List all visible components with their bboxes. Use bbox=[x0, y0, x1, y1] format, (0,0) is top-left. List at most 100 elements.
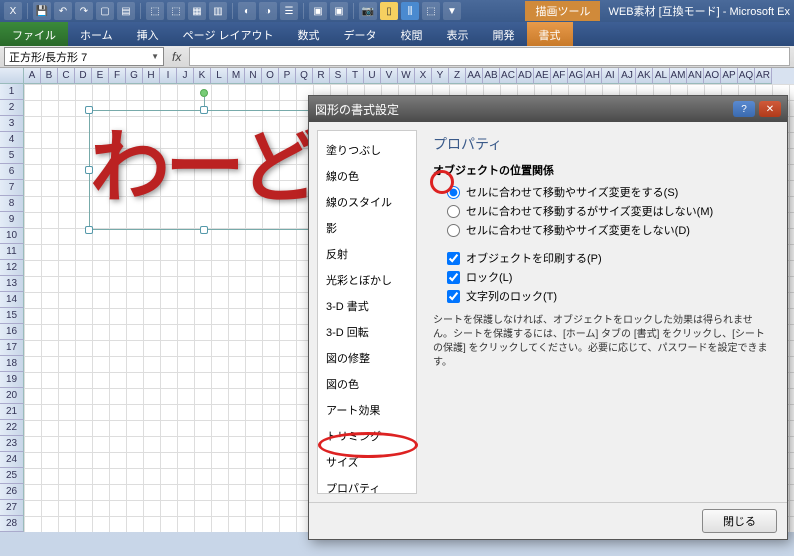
checkbox-input[interactable] bbox=[447, 290, 460, 303]
radio-input[interactable] bbox=[447, 224, 460, 237]
row-header[interactable]: 15 bbox=[0, 308, 24, 324]
resize-handle[interactable] bbox=[200, 226, 208, 234]
dialog-category-item[interactable]: 影 bbox=[318, 215, 416, 241]
qat-btn[interactable]: ▢ bbox=[96, 2, 114, 20]
dialog-category-item[interactable]: 3-D 書式 bbox=[318, 293, 416, 319]
close-button[interactable]: 閉じる bbox=[702, 509, 777, 533]
radio-input[interactable] bbox=[447, 186, 460, 199]
row-header[interactable]: 22 bbox=[0, 420, 24, 436]
row-header[interactable]: 17 bbox=[0, 340, 24, 356]
row-header[interactable]: 4 bbox=[0, 132, 24, 148]
column-header[interactable]: AB bbox=[483, 68, 500, 84]
formula-input[interactable] bbox=[189, 47, 790, 66]
row-header[interactable]: 6 bbox=[0, 164, 24, 180]
column-header[interactable]: AE bbox=[534, 68, 551, 84]
qat-columns-icon[interactable]: ⫼ bbox=[401, 2, 419, 20]
row-header[interactable]: 23 bbox=[0, 436, 24, 452]
column-header[interactable]: I bbox=[160, 68, 177, 84]
qat-btn[interactable]: ⬚ bbox=[146, 2, 164, 20]
column-header[interactable]: AM bbox=[670, 68, 687, 84]
dialog-category-item[interactable]: 反射 bbox=[318, 241, 416, 267]
row-header[interactable]: 10 bbox=[0, 228, 24, 244]
column-header[interactable]: G bbox=[126, 68, 143, 84]
row-header[interactable]: 28 bbox=[0, 516, 24, 532]
column-header[interactable]: K bbox=[194, 68, 211, 84]
tab-page-layout[interactable]: ページ レイアウト bbox=[171, 22, 286, 46]
column-header[interactable]: R bbox=[313, 68, 330, 84]
row-header[interactable]: 1 bbox=[0, 84, 24, 100]
column-header[interactable]: AC bbox=[500, 68, 517, 84]
column-header[interactable]: J bbox=[177, 68, 194, 84]
fx-icon[interactable]: fx bbox=[172, 50, 181, 64]
tab-format[interactable]: 書式 bbox=[527, 22, 573, 46]
radio-option[interactable]: セルに合わせて移動するがサイズ変更はしない(M) bbox=[447, 203, 771, 219]
dialog-category-item[interactable]: 3-D 回転 bbox=[318, 319, 416, 345]
column-header[interactable]: F bbox=[109, 68, 126, 84]
chevron-down-icon[interactable]: ▼ bbox=[151, 52, 159, 61]
select-all-corner[interactable] bbox=[0, 68, 24, 84]
row-header[interactable]: 11 bbox=[0, 244, 24, 260]
checkbox-option[interactable]: オブジェクトを印刷する(P) bbox=[447, 250, 771, 266]
tab-view[interactable]: 表示 bbox=[435, 22, 481, 46]
tab-file[interactable]: ファイル bbox=[0, 22, 68, 46]
qat-btn[interactable]: ☰ bbox=[280, 2, 298, 20]
tab-developer[interactable]: 開発 bbox=[481, 22, 527, 46]
column-header[interactable]: Y bbox=[432, 68, 449, 84]
column-header[interactable]: N bbox=[245, 68, 262, 84]
checkbox-input[interactable] bbox=[447, 252, 460, 265]
row-header[interactable]: 18 bbox=[0, 356, 24, 372]
column-header[interactable]: M bbox=[228, 68, 245, 84]
row-header[interactable]: 24 bbox=[0, 452, 24, 468]
column-header[interactable]: AH bbox=[585, 68, 602, 84]
dialog-category-item[interactable]: 図の修整 bbox=[318, 345, 416, 371]
column-header[interactable]: T bbox=[347, 68, 364, 84]
tab-insert[interactable]: 挿入 bbox=[125, 22, 171, 46]
radio-option[interactable]: セルに合わせて移動やサイズ変更をする(S) bbox=[447, 184, 771, 200]
qat-redo-icon[interactable]: ↷ bbox=[75, 2, 93, 20]
help-button[interactable]: ? bbox=[733, 101, 755, 117]
column-header[interactable]: AR bbox=[755, 68, 772, 84]
radio-option[interactable]: セルに合わせて移動やサイズ変更をしない(D) bbox=[447, 222, 771, 238]
column-header[interactable]: W bbox=[398, 68, 415, 84]
column-header[interactable]: P bbox=[279, 68, 296, 84]
qat-camera-icon[interactable]: 📷 bbox=[359, 2, 377, 20]
qat-btn[interactable]: ◐ bbox=[238, 2, 256, 20]
dialog-category-item[interactable]: トリミング bbox=[318, 423, 416, 449]
close-icon[interactable]: ✕ bbox=[759, 101, 781, 117]
column-header[interactable]: O bbox=[262, 68, 279, 84]
row-header[interactable]: 26 bbox=[0, 484, 24, 500]
column-header[interactable]: AA bbox=[466, 68, 483, 84]
rotate-handle[interactable] bbox=[200, 89, 208, 97]
column-header[interactable]: X bbox=[415, 68, 432, 84]
checkbox-input[interactable] bbox=[447, 271, 460, 284]
row-header[interactable]: 27 bbox=[0, 500, 24, 516]
column-header[interactable]: AD bbox=[517, 68, 534, 84]
row-header[interactable]: 19 bbox=[0, 372, 24, 388]
row-header[interactable]: 21 bbox=[0, 404, 24, 420]
row-header[interactable]: 5 bbox=[0, 148, 24, 164]
column-header[interactable]: AP bbox=[721, 68, 738, 84]
column-header[interactable]: AK bbox=[636, 68, 653, 84]
column-header[interactable]: Z bbox=[449, 68, 466, 84]
checkbox-option[interactable]: ロック(L) bbox=[447, 269, 771, 285]
qat-save-icon[interactable]: 💾 bbox=[33, 2, 51, 20]
dialog-category-item[interactable]: プロパティ bbox=[318, 475, 416, 494]
qat-btn[interactable]: ⬚ bbox=[422, 2, 440, 20]
qat-btn[interactable]: ▤ bbox=[117, 2, 135, 20]
dialog-category-item[interactable]: 図の色 bbox=[318, 371, 416, 397]
column-header[interactable]: E bbox=[92, 68, 109, 84]
tab-formulas[interactable]: 数式 bbox=[286, 22, 332, 46]
column-header[interactable]: A bbox=[24, 68, 41, 84]
dialog-titlebar[interactable]: 図形の書式設定 ? ✕ bbox=[309, 96, 787, 122]
row-header[interactable]: 16 bbox=[0, 324, 24, 340]
column-header[interactable]: C bbox=[58, 68, 75, 84]
column-header[interactable]: U bbox=[364, 68, 381, 84]
qat-btn[interactable]: ▦ bbox=[188, 2, 206, 20]
column-header[interactable]: AQ bbox=[738, 68, 755, 84]
column-header[interactable]: B bbox=[41, 68, 58, 84]
column-header[interactable]: AO bbox=[704, 68, 721, 84]
column-header[interactable]: Q bbox=[296, 68, 313, 84]
dialog-category-item[interactable]: サイズ bbox=[318, 449, 416, 475]
wordart-shape[interactable]: わーど bbox=[89, 110, 319, 230]
row-header[interactable]: 9 bbox=[0, 212, 24, 228]
